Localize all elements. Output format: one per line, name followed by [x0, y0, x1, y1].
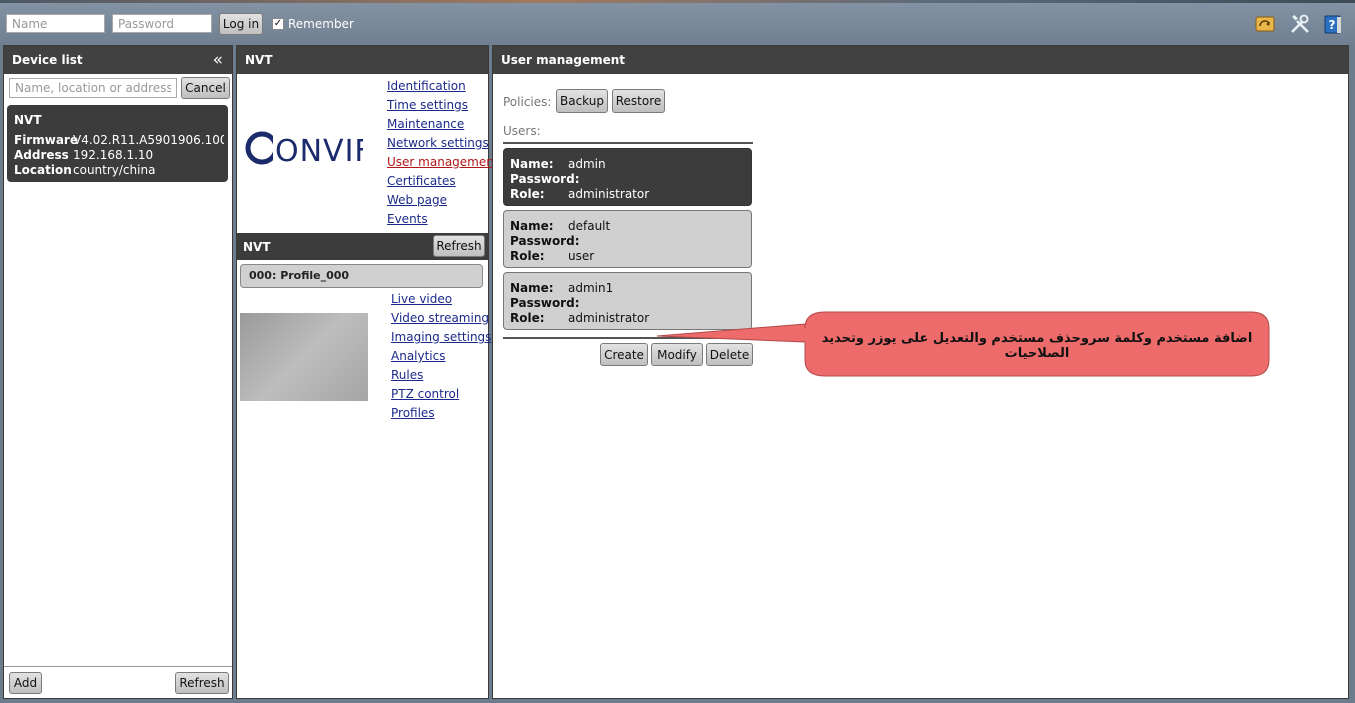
profile-link-rules[interactable]: Rules	[391, 368, 423, 382]
remember-checkbox[interactable]: ✓	[272, 18, 284, 30]
nav-link-identification[interactable]: Identification	[387, 79, 466, 93]
user-name-value: admin	[568, 157, 606, 171]
user-password-key: Password:	[510, 296, 580, 310]
nvt-header: NVT	[237, 46, 488, 74]
nav-link-events[interactable]: Events	[387, 212, 428, 226]
backup-button[interactable]: Backup	[556, 89, 608, 113]
address-key: Address	[14, 148, 69, 162]
onvif-logo-text: ONVIF	[275, 134, 363, 166]
user-management-title: User management	[501, 53, 626, 67]
user-name-value: admin1	[568, 281, 614, 295]
nvt-panel: NVT ONVIF Identification Time settings Mai…	[236, 45, 499, 699]
add-device-button[interactable]: Add	[9, 672, 42, 694]
footer-divider	[4, 666, 232, 667]
cancel-button[interactable]: Cancel	[181, 77, 230, 99]
user-role-value: user	[568, 249, 595, 263]
user-role-key: Role:	[510, 249, 545, 263]
location-value: country/china	[73, 163, 156, 177]
profile-link-ptz-control[interactable]: PTZ control	[391, 387, 459, 401]
name-input[interactable]	[6, 14, 105, 33]
collapse-icon[interactable]: «	[213, 46, 223, 74]
address-value: 192.168.1.10	[73, 148, 154, 162]
device-name: NVT	[14, 113, 42, 127]
onvif-logo: ONVIF	[245, 131, 363, 166]
nav-link-web-page[interactable]: Web page	[387, 193, 447, 207]
device-card[interactable]: NVT Firmware V4.02.R11.A5901906.10010.23…	[7, 105, 228, 182]
create-user-button[interactable]: Create	[600, 343, 648, 366]
firmware-key: Firmware	[14, 133, 78, 147]
firmware-value: V4.02.R11.A5901906.10010.23	[73, 133, 224, 147]
location-key: Location	[14, 163, 72, 177]
nav-link-user-management[interactable]: User management	[387, 155, 499, 169]
top-decoration	[0, 0, 1355, 3]
nav-link-certificates[interactable]: Certificates	[387, 174, 456, 188]
nvt-refresh-button[interactable]: Refresh	[433, 235, 485, 257]
annotation-callout: اضافة مستخدم وكلمة سروحذف مستخدم والتعدي…	[655, 306, 1275, 381]
profile-link-video-streaming[interactable]: Video streaming	[391, 311, 489, 325]
user-role-value: administrator	[568, 187, 650, 201]
profile-link-profiles[interactable]: Profiles	[391, 406, 435, 420]
nav-link-maintenance[interactable]: Maintenance	[387, 117, 464, 131]
users-top-rule	[503, 142, 753, 144]
user-management-header: User management	[493, 46, 1348, 74]
svg-text:?: ?	[1329, 18, 1336, 32]
user-name-value: default	[568, 219, 611, 233]
device-list-title: Device list	[12, 53, 83, 67]
nav-link-time-settings[interactable]: Time settings	[387, 98, 468, 112]
login-button[interactable]: Log in	[219, 13, 263, 35]
nvt-title: NVT	[245, 53, 273, 67]
profile-link-imaging-settings[interactable]: Imaging settings	[391, 330, 491, 344]
user-password-key: Password:	[510, 234, 580, 248]
users-label: Users:	[503, 124, 541, 138]
profile-item[interactable]: 000: Profile_000	[240, 264, 483, 288]
help-book-icon[interactable]: ?	[1322, 13, 1344, 35]
user-password-key: Password:	[510, 172, 580, 186]
nav-link-network-settings[interactable]: Network settings	[387, 136, 489, 150]
device-list-panel: Device list « Cancel NVT Firmware V4.02.…	[3, 45, 233, 699]
restore-button[interactable]: Restore	[612, 89, 665, 113]
user-role-key: Role:	[510, 187, 545, 201]
profile-link-live-video[interactable]: Live video	[391, 292, 452, 306]
sync-icon[interactable]	[1254, 13, 1276, 35]
user-name-key: Name:	[510, 157, 554, 171]
annotation-text: اضافة مستخدم وكلمة سروحذف مستخدم والتعدي…	[821, 331, 1253, 361]
user-name-key: Name:	[510, 281, 554, 295]
policies-label: Policies:	[503, 95, 552, 109]
user-card[interactable]: Name: default Password: Role: user	[503, 210, 752, 268]
device-search-input[interactable]	[9, 78, 177, 98]
user-role-key: Role:	[510, 311, 545, 325]
nvt-subheader-title: NVT	[243, 240, 271, 254]
user-name-key: Name:	[510, 219, 554, 233]
user-role-value: administrator	[568, 311, 650, 325]
nvt-subheader: NVT Refresh	[237, 233, 488, 260]
device-list-header: Device list «	[4, 46, 232, 74]
refresh-devices-button[interactable]: Refresh	[175, 672, 229, 694]
video-preview-thumbnail[interactable]	[240, 313, 368, 401]
profile-link-analytics[interactable]: Analytics	[391, 349, 446, 363]
user-card[interactable]: Name: admin Password: Role: administrator	[503, 148, 752, 206]
remember-label: Remember	[288, 17, 354, 31]
tools-icon[interactable]	[1289, 13, 1311, 35]
password-input[interactable]	[112, 14, 212, 33]
